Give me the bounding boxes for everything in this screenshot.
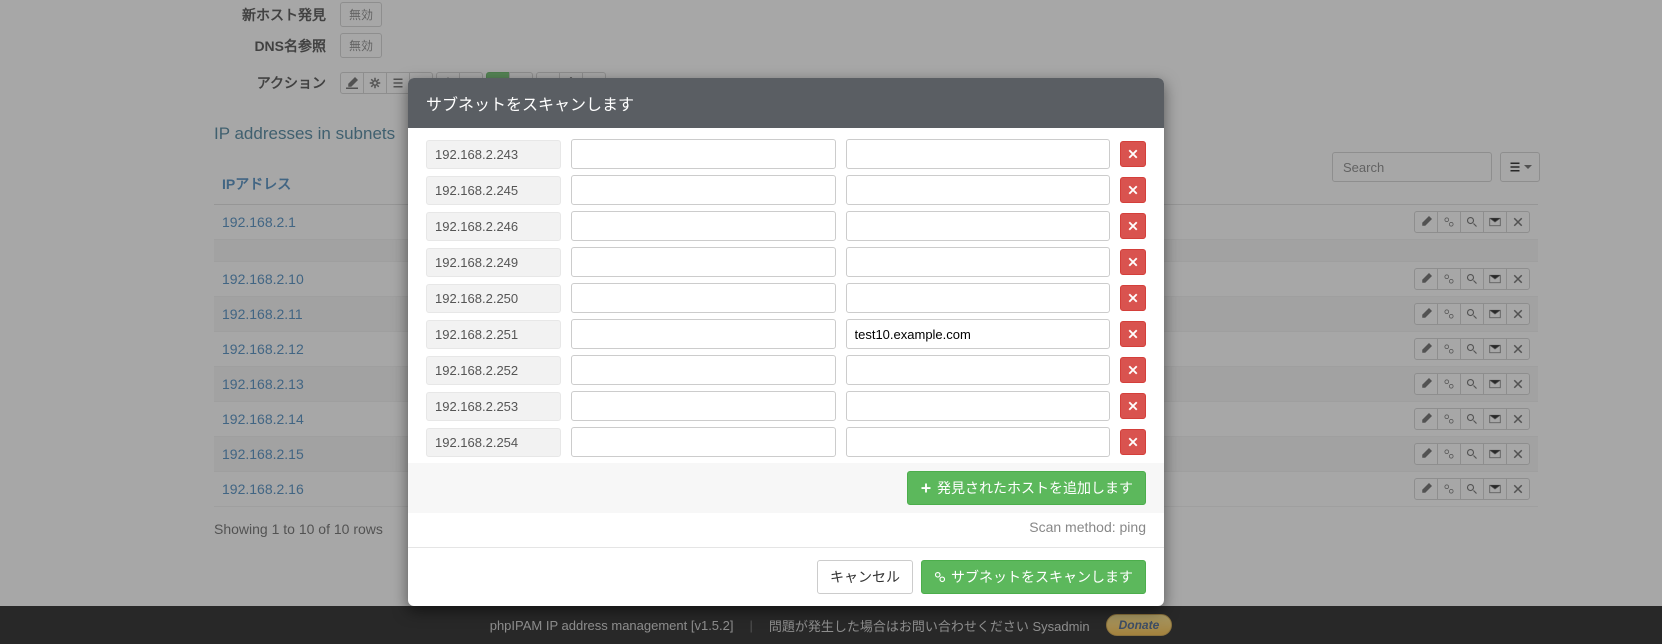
scan-row-delete-button[interactable]: [1120, 429, 1146, 455]
scan-row-delete-button[interactable]: [1120, 177, 1146, 203]
plus-icon: [920, 482, 932, 494]
close-icon: [1127, 292, 1139, 304]
scan-subnet-button[interactable]: サブネットをスキャンします: [921, 560, 1146, 594]
cogs-icon: [934, 571, 946, 583]
close-icon: [1127, 220, 1139, 232]
close-icon: [1127, 400, 1139, 412]
close-icon: [1127, 256, 1139, 268]
scan-row-delete-button[interactable]: [1120, 393, 1146, 419]
close-icon: [1127, 184, 1139, 196]
scan-row-delete-button[interactable]: [1120, 141, 1146, 167]
modal-title: サブネットをスキャンします: [408, 78, 1164, 128]
scan-row: 192.168.2.243: [426, 139, 1146, 169]
scan-row: 192.168.2.245: [426, 175, 1146, 205]
scan-description-input[interactable]: [571, 247, 836, 277]
scan-ip-cell: 192.168.2.252: [426, 356, 561, 385]
scan-description-input[interactable]: [571, 319, 836, 349]
scan-row-delete-button[interactable]: [1120, 321, 1146, 347]
scan-description-input[interactable]: [571, 391, 836, 421]
scan-description-input[interactable]: [571, 427, 836, 457]
scan-row: 192.168.2.246: [426, 211, 1146, 241]
scan-row: 192.168.2.249: [426, 247, 1146, 277]
scan-hostname-input[interactable]: [846, 319, 1111, 349]
scan-hostname-input[interactable]: [846, 283, 1111, 313]
cancel-button[interactable]: キャンセル: [817, 560, 913, 594]
scan-ip-cell: 192.168.2.253: [426, 392, 561, 421]
scan-row: 192.168.2.254: [426, 427, 1146, 457]
scan-hostname-input[interactable]: [846, 211, 1111, 241]
scan-row: 192.168.2.253: [426, 391, 1146, 421]
scan-hostname-input[interactable]: [846, 391, 1111, 421]
scan-ip-cell: 192.168.2.243: [426, 140, 561, 169]
scan-row-delete-button[interactable]: [1120, 357, 1146, 383]
scan-ip-cell: 192.168.2.245: [426, 176, 561, 205]
scan-hostname-input[interactable]: [846, 427, 1111, 457]
scan-description-input[interactable]: [571, 355, 836, 385]
add-discovered-hosts-button[interactable]: 発見されたホストを追加します: [907, 471, 1146, 505]
scan-row: 192.168.2.251: [426, 319, 1146, 349]
scan-ip-cell: 192.168.2.250: [426, 284, 561, 313]
close-icon: [1127, 364, 1139, 376]
scan-hostname-input[interactable]: [846, 175, 1111, 205]
scan-ip-cell: 192.168.2.246: [426, 212, 561, 241]
scan-ip-cell: 192.168.2.254: [426, 428, 561, 457]
close-icon: [1127, 436, 1139, 448]
scan-row: 192.168.2.252: [426, 355, 1146, 385]
scan-description-input[interactable]: [571, 283, 836, 313]
close-icon: [1127, 148, 1139, 160]
scan-method-note: Scan method: ping: [408, 513, 1164, 547]
scan-hostname-input[interactable]: [846, 139, 1111, 169]
scan-row: 192.168.2.250: [426, 283, 1146, 313]
scan-ip-cell: 192.168.2.251: [426, 320, 561, 349]
scan-description-input[interactable]: [571, 175, 836, 205]
scan-row-delete-button[interactable]: [1120, 285, 1146, 311]
scan-modal: サブネットをスキャンします 192.168.2.243 192.168.2.245…: [408, 78, 1164, 606]
scan-hostname-input[interactable]: [846, 247, 1111, 277]
scan-row-delete-button[interactable]: [1120, 249, 1146, 275]
scan-ip-cell: 192.168.2.249: [426, 248, 561, 277]
scan-hostname-input[interactable]: [846, 355, 1111, 385]
close-icon: [1127, 328, 1139, 340]
scan-description-input[interactable]: [571, 211, 836, 241]
scan-description-input[interactable]: [571, 139, 836, 169]
scan-row-delete-button[interactable]: [1120, 213, 1146, 239]
